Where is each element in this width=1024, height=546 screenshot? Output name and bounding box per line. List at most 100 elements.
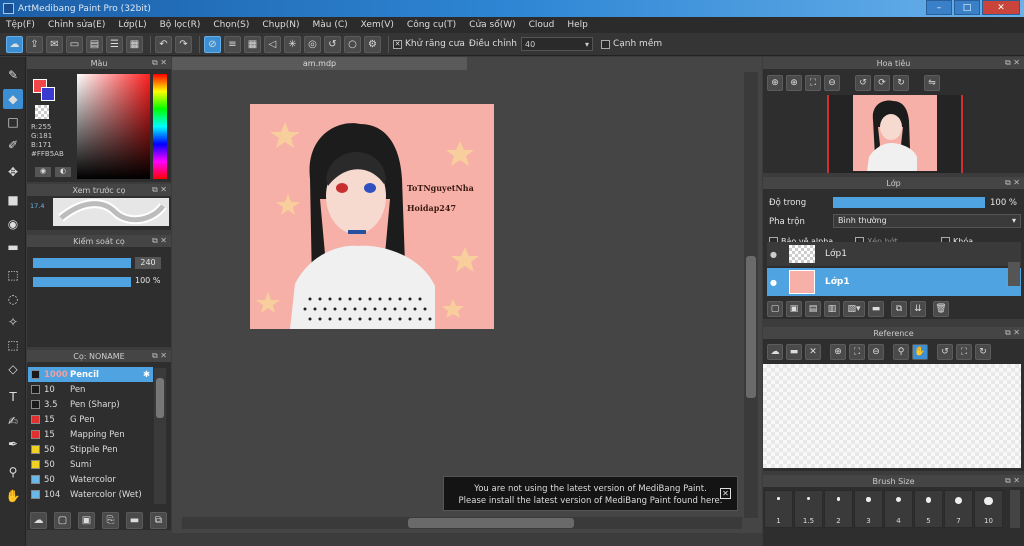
parallel-snap-icon[interactable]: ≡ xyxy=(224,35,241,53)
duplicate-layer-icon[interactable]: ⧉ xyxy=(891,301,907,317)
layer-opacity-slider[interactable] xyxy=(833,197,985,208)
reference-image-area[interactable] xyxy=(763,364,1021,468)
palette-add-icon[interactable]: ◉ xyxy=(35,167,51,177)
menu-cloud[interactable]: Cloud xyxy=(529,20,555,30)
smooth-edge-option[interactable]: Cạnh mềm xyxy=(600,39,662,49)
correction-dropdown[interactable]: 40 ▾ xyxy=(520,37,593,51)
menu-edit[interactable]: Chỉnh sửa(E) xyxy=(48,20,105,30)
magic-wand-tool-icon[interactable]: ✧ xyxy=(3,312,23,332)
brush-size-option[interactable]: 2 xyxy=(824,490,853,528)
delete-layer-icon[interactable]: 🗑 xyxy=(933,301,949,317)
antialias-checkbox[interactable]: ✕ xyxy=(393,39,402,49)
brush-size-option[interactable]: 1.5 xyxy=(794,490,823,528)
redo-icon[interactable]: ↷ xyxy=(175,35,192,53)
reference-fit-icon[interactable]: ⛶ xyxy=(849,344,865,360)
saturation-value-picker[interactable] xyxy=(77,74,150,179)
menu-select[interactable]: Chọn(S) xyxy=(213,20,249,30)
brush-folder-icon[interactable]: ▬ xyxy=(126,512,143,529)
concentric-snap-icon[interactable]: ◎ xyxy=(304,35,321,53)
undock-icon[interactable]: ⧉ ✕ xyxy=(152,236,167,246)
brush-list-item[interactable]: 3.5 Pen (Sharp) xyxy=(28,397,153,412)
document-icon[interactable]: ▤ xyxy=(86,35,103,53)
eyedropper-tool-icon[interactable]: ⚲ xyxy=(3,462,23,482)
brush-settings-gear-icon[interactable]: ✱ xyxy=(143,370,150,380)
chat-icon[interactable]: ▭ xyxy=(66,35,83,53)
reference-hand-icon[interactable]: ✋ xyxy=(912,344,928,360)
reference-rotate-left-icon[interactable]: ↺ xyxy=(937,344,953,360)
divide-tool-icon[interactable]: ✒ xyxy=(3,434,23,454)
radial-snap-icon[interactable]: ✳ xyxy=(284,35,301,53)
brush-opacity-slider[interactable] xyxy=(33,277,131,287)
layer-row[interactable]: ● Lớp1 xyxy=(767,242,1021,266)
undock-icon[interactable]: ⧉ ✕ xyxy=(1005,328,1020,338)
no-snap-icon[interactable]: ⊘ xyxy=(204,35,221,53)
brush-tool-icon[interactable]: ✎ xyxy=(3,65,23,85)
blend-mode-dropdown[interactable]: Bình thường ▾ xyxy=(833,214,1021,228)
minimize-button[interactable]: – xyxy=(926,0,952,15)
brush-list-item[interactable]: 104 Watercolor (Wet) xyxy=(28,487,153,502)
undock-icon[interactable]: ⧉ ✕ xyxy=(152,351,167,361)
reference-zoom-out-icon[interactable]: ⊖ xyxy=(868,344,884,360)
undock-icon[interactable]: ⧉ ✕ xyxy=(152,58,167,68)
pen-tool-icon[interactable]: ✐ xyxy=(3,135,23,155)
menu-file[interactable]: Tệp(F) xyxy=(6,20,35,30)
brush-cloud-icon[interactable]: ☁ xyxy=(30,512,47,529)
undock-icon[interactable]: ⧉ ✕ xyxy=(1005,58,1020,68)
zoom-in-plus-icon[interactable]: ⊕ xyxy=(786,75,802,91)
hand-tool-icon[interactable]: ✋ xyxy=(3,486,23,506)
move-tool-icon[interactable]: ✥ xyxy=(3,162,23,182)
vanish-snap-icon[interactable]: ◁ xyxy=(264,35,281,53)
reference-cloud-icon[interactable]: ☁ xyxy=(767,344,783,360)
antialias-option[interactable]: ✕ Khử răng cưa xyxy=(393,39,465,49)
menu-capture[interactable]: Chụp(N) xyxy=(262,20,299,30)
settings-icon[interactable]: ⚙ xyxy=(364,35,381,53)
brush-size-scrollbar[interactable] xyxy=(1010,490,1020,528)
brush-add-icon[interactable]: ▢ xyxy=(54,512,71,529)
select-pen-tool-icon[interactable]: ⬚ xyxy=(3,335,23,355)
brush-size-slider[interactable] xyxy=(33,258,131,268)
brush-list-item[interactable]: 50 Watercolor xyxy=(28,472,153,487)
brush-size-option[interactable]: 1 xyxy=(764,490,793,528)
brush-list-item[interactable]: 50 Stipple Pen xyxy=(28,442,153,457)
merge-layer-icon[interactable]: ⇊ xyxy=(910,301,926,317)
halftone-layer-icon[interactable]: ▥ xyxy=(824,301,840,317)
brush-copy-icon[interactable]: ⎘ xyxy=(102,512,119,529)
canvas-horizontal-scrollbar[interactable] xyxy=(182,517,742,529)
undo-icon[interactable]: ↶ xyxy=(155,35,172,53)
eraser-tool-icon[interactable]: ◆ xyxy=(3,89,23,109)
flip-icon[interactable]: ⇋ xyxy=(924,75,940,91)
rectangle-fill-tool-icon[interactable]: ■ xyxy=(3,190,23,210)
reference-eyedropper-icon[interactable]: ⚲ xyxy=(893,344,909,360)
new-1bit-layer-icon[interactable]: ▤ xyxy=(805,301,821,317)
cross-snap-icon[interactable]: ▦ xyxy=(244,35,261,53)
dot-tool-icon[interactable]: □ xyxy=(3,112,23,132)
brush-add-menu-icon[interactable]: ▣ xyxy=(78,512,95,529)
menu-window[interactable]: Cửa sổ(W) xyxy=(469,20,515,30)
canvas-vertical-scrollbar[interactable] xyxy=(744,72,758,518)
select-rect-tool-icon[interactable]: ⬚ xyxy=(3,265,23,285)
brush-size-option[interactable]: 3 xyxy=(854,490,883,528)
brush-duplicate-icon[interactable]: ⧉ xyxy=(150,512,167,529)
menu-tools[interactable]: Công cụ(T) xyxy=(407,20,456,30)
maximize-button[interactable]: □ xyxy=(954,0,980,15)
brush-size-value[interactable]: 240 xyxy=(135,257,161,269)
notification-close-button[interactable]: ✕ xyxy=(720,488,731,499)
smooth-edge-checkbox[interactable] xyxy=(600,39,610,49)
palette-switch-icon[interactable]: ◐ xyxy=(55,167,71,177)
comment-icon[interactable]: ✉ xyxy=(46,35,63,53)
undock-icon[interactable]: ⧉ ✕ xyxy=(152,185,167,195)
brush-size-option[interactable]: 10 xyxy=(974,490,1003,528)
reference-fit-window-icon[interactable]: ⛶ xyxy=(956,344,972,360)
layer-list-scrollbar[interactable] xyxy=(1008,262,1020,286)
menu-filter[interactable]: Bộ lọc(R) xyxy=(160,20,201,30)
brush-list-scrollbar[interactable] xyxy=(154,368,166,504)
transparent-color-swatch[interactable] xyxy=(35,105,49,119)
brush-list-item[interactable]: 50 Sumi xyxy=(28,457,153,472)
brush-size-option[interactable]: 5 xyxy=(914,490,943,528)
update-notification[interactable]: You are not using the latest version of … xyxy=(443,476,738,511)
cloud-icon[interactable]: ☁ xyxy=(6,35,23,53)
reference-zoom-in-icon[interactable]: ⊕ xyxy=(830,344,846,360)
hue-slider[interactable] xyxy=(153,74,167,179)
list-icon[interactable]: ☰ xyxy=(106,35,123,53)
bucket-tool-icon[interactable]: ◉ xyxy=(3,214,23,234)
